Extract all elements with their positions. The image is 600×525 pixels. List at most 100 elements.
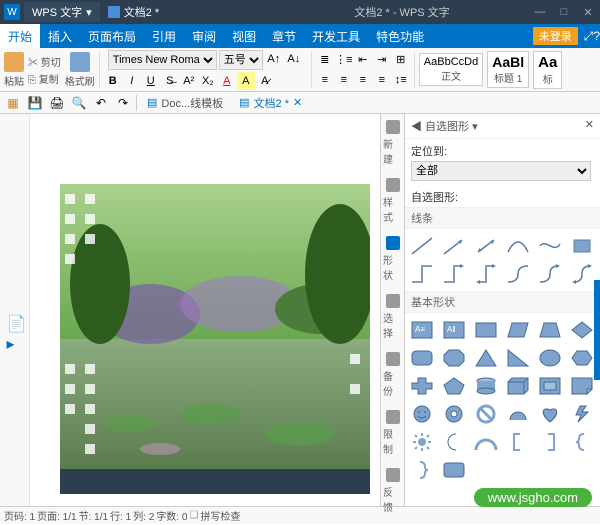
- shape-right-triangle[interactable]: [503, 345, 533, 371]
- bold-button[interactable]: B: [104, 72, 122, 90]
- help-icon[interactable]: ?: [593, 29, 600, 43]
- doc-tab-template[interactable]: ▤Doc...线模板: [141, 95, 229, 111]
- status-page[interactable]: 页码: 1: [4, 508, 35, 523]
- undo-icon[interactable]: ↶: [92, 94, 110, 112]
- shape-curve[interactable]: [503, 233, 533, 259]
- menu-refs[interactable]: 引用: [144, 24, 184, 48]
- shape-cross[interactable]: [407, 373, 437, 399]
- line-spacing-button[interactable]: ↕≡: [392, 71, 410, 89]
- shape-vtextbox[interactable]: A‖: [439, 317, 469, 343]
- shape-donut[interactable]: [439, 401, 469, 427]
- menu-review[interactable]: 审阅: [184, 24, 224, 48]
- sidebar-new[interactable]: 新建: [381, 114, 404, 172]
- new-icon[interactable]: ▦: [4, 94, 22, 112]
- menu-devtools[interactable]: 开发工具: [304, 24, 368, 48]
- shape-rectangle[interactable]: [471, 317, 501, 343]
- shape-arrow[interactable]: [439, 233, 469, 259]
- login-button[interactable]: 未登录: [533, 27, 578, 45]
- format-brush-group[interactable]: 格式刷: [65, 52, 95, 88]
- indent-inc-button[interactable]: ⇥: [373, 51, 391, 69]
- style-heading2[interactable]: Aa标: [533, 51, 562, 89]
- align-justify-button[interactable]: ≡: [373, 71, 391, 89]
- paste-group[interactable]: 粘贴: [4, 52, 24, 88]
- shape-freeform[interactable]: [535, 233, 565, 259]
- shape-parallelogram[interactable]: [503, 317, 533, 343]
- shape-connector3[interactable]: [471, 261, 501, 287]
- super-button[interactable]: A²: [180, 72, 198, 90]
- sidebar-style[interactable]: 样式: [381, 172, 404, 230]
- strike-button[interactable]: S̶: [161, 72, 179, 90]
- shape-no-symbol[interactable]: [471, 401, 501, 427]
- align-center-button[interactable]: ≡: [335, 71, 353, 89]
- grow-font-button[interactable]: A↑: [265, 50, 283, 68]
- sidebar-select[interactable]: 选择: [381, 288, 404, 346]
- shape-curved-conn3[interactable]: [567, 261, 597, 287]
- shape-triangle[interactable]: [471, 345, 501, 371]
- indent-dec-button[interactable]: ⇤: [354, 51, 372, 69]
- shape-double-arrow[interactable]: [471, 233, 501, 259]
- shape-diamond[interactable]: [567, 317, 597, 343]
- locate-select[interactable]: 全部: [411, 161, 591, 181]
- preview-icon[interactable]: 🔍: [70, 94, 88, 112]
- shape-rounded-rect[interactable]: [407, 345, 437, 371]
- maximize-button[interactable]: □: [552, 0, 576, 24]
- redo-icon[interactable]: ↷: [114, 94, 132, 112]
- status-pages[interactable]: 页面: 1/1: [37, 508, 76, 523]
- cut-button[interactable]: ✂ 剪切: [28, 54, 61, 69]
- shape-cube[interactable]: [503, 373, 533, 399]
- bullets-button[interactable]: ≣: [316, 51, 334, 69]
- numbering-button[interactable]: ⋮≡: [335, 51, 353, 69]
- shape-brace-r[interactable]: [407, 457, 437, 483]
- borders-button[interactable]: ⊞: [392, 51, 410, 69]
- sidebar-backup[interactable]: 备份: [381, 346, 404, 404]
- shape-moon[interactable]: [439, 429, 469, 455]
- menu-start[interactable]: 开始: [0, 24, 40, 48]
- shape-ellipse[interactable]: [535, 345, 565, 371]
- shape-folded-corner[interactable]: [567, 373, 597, 399]
- ribbon-toggle-icon[interactable]: ⤢: [584, 29, 594, 44]
- font-size-select[interactable]: 五号: [219, 50, 263, 70]
- app-tab[interactable]: WPS 文字 ▾: [24, 2, 100, 22]
- close-button[interactable]: ✕: [576, 0, 600, 24]
- shape-curved-conn1[interactable]: [503, 261, 533, 287]
- shape-scribble[interactable]: [567, 233, 597, 259]
- shape-heart[interactable]: [535, 401, 565, 427]
- shape-curved-conn2[interactable]: [535, 261, 565, 287]
- shape-bevel[interactable]: [535, 373, 565, 399]
- menu-special[interactable]: 特色功能: [368, 24, 432, 48]
- shape-pentagon[interactable]: [439, 373, 469, 399]
- sidebar-restrict[interactable]: 限制: [381, 404, 404, 462]
- status-chars[interactable]: 字数: 0: [156, 508, 187, 523]
- shrink-font-button[interactable]: A↓: [285, 50, 303, 68]
- embedded-image[interactable]: [60, 184, 370, 494]
- shape-textbox[interactable]: A≡: [407, 317, 437, 343]
- shape-sun[interactable]: [407, 429, 437, 455]
- shape-hexagon[interactable]: [567, 345, 597, 371]
- sub-button[interactable]: X₂: [199, 72, 217, 90]
- style-heading1[interactable]: AaBl标题 1: [487, 51, 529, 88]
- sidebar-feedback[interactable]: 反馈: [381, 462, 404, 520]
- menu-layout[interactable]: 页面布局: [80, 24, 144, 48]
- font-family-select[interactable]: Times New Roma: [108, 50, 217, 70]
- align-right-button[interactable]: ≡: [354, 71, 372, 89]
- menu-section[interactable]: 章节: [264, 24, 304, 48]
- panel-close-icon[interactable]: ✕: [585, 118, 594, 134]
- font-color-button[interactable]: A: [218, 72, 236, 90]
- doc-tab[interactable]: 文档2 *: [100, 2, 167, 22]
- style-normal[interactable]: AaBbCcDd正文: [419, 53, 483, 86]
- shape-line[interactable]: [407, 233, 437, 259]
- align-left-button[interactable]: ≡: [316, 71, 334, 89]
- page-nav-icon[interactable]: 📄▸: [7, 314, 23, 330]
- status-section[interactable]: 节: 1/1: [79, 508, 108, 523]
- underline-button[interactable]: U: [142, 72, 160, 90]
- save-icon[interactable]: 💾: [26, 94, 44, 112]
- shape-connector2[interactable]: [439, 261, 469, 287]
- shape-cylinder[interactable]: [471, 373, 501, 399]
- print-icon[interactable]: 🖨: [48, 94, 66, 112]
- shape-smiley[interactable]: [407, 401, 437, 427]
- italic-button[interactable]: I: [123, 72, 141, 90]
- highlight-button[interactable]: A: [237, 72, 255, 90]
- clear-format-button[interactable]: A̷: [256, 72, 274, 90]
- shape-trapezoid[interactable]: [535, 317, 565, 343]
- menu-insert[interactable]: 插入: [40, 24, 80, 48]
